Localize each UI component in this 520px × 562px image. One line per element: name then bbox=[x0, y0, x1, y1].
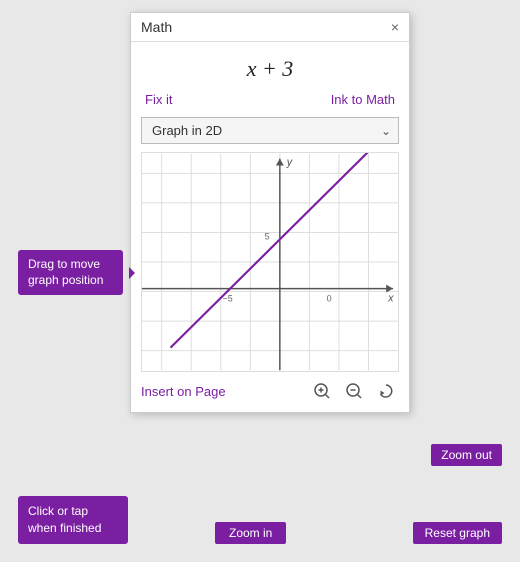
formula-area: x + 3 bbox=[131, 42, 409, 88]
zoom-out-tooltip: Zoom out bbox=[431, 444, 502, 466]
reset-graph-button[interactable] bbox=[373, 378, 399, 404]
formula-actions: Fix it Ink to Math bbox=[131, 88, 409, 117]
formula-display: x + 3 bbox=[141, 56, 399, 82]
ink-to-math-link[interactable]: Ink to Math bbox=[331, 92, 395, 107]
dropdown-wrapper: Graph in 2D ⌄ bbox=[141, 117, 399, 144]
close-button[interactable]: × bbox=[391, 20, 399, 34]
reset-icon bbox=[377, 382, 395, 400]
math-panel: Math × x + 3 Fix it Ink to Math Graph in… bbox=[130, 12, 410, 413]
insert-on-page-link[interactable]: Insert on Page bbox=[141, 384, 226, 399]
dropdown-row: Graph in 2D ⌄ bbox=[131, 117, 409, 152]
graph-svg: x y −5 0 5 bbox=[142, 153, 398, 371]
zoom-in-icon bbox=[313, 382, 331, 400]
graph-icon-group bbox=[309, 378, 399, 404]
reset-tooltip: Reset graph bbox=[413, 522, 502, 544]
svg-text:y: y bbox=[286, 157, 293, 169]
panel-header: Math × bbox=[131, 13, 409, 42]
graph-type-select[interactable]: Graph in 2D bbox=[141, 117, 399, 144]
graph-container[interactable]: x y −5 0 5 bbox=[141, 152, 399, 372]
drag-tooltip: Drag to move graph position bbox=[18, 250, 123, 295]
zoom-in-button[interactable] bbox=[309, 378, 335, 404]
zoom-out-button[interactable] bbox=[341, 378, 367, 404]
panel-title: Math bbox=[141, 19, 172, 35]
click-done-tooltip: Click or tap when finished bbox=[18, 496, 128, 544]
svg-text:5: 5 bbox=[265, 231, 270, 241]
zoom-in-tooltip: Zoom in bbox=[215, 522, 286, 544]
zoom-out-icon bbox=[345, 382, 363, 400]
svg-text:x: x bbox=[387, 292, 394, 304]
svg-text:0: 0 bbox=[327, 293, 332, 303]
fix-it-link[interactable]: Fix it bbox=[145, 92, 172, 107]
bottom-bar: Insert on Page bbox=[131, 372, 409, 412]
